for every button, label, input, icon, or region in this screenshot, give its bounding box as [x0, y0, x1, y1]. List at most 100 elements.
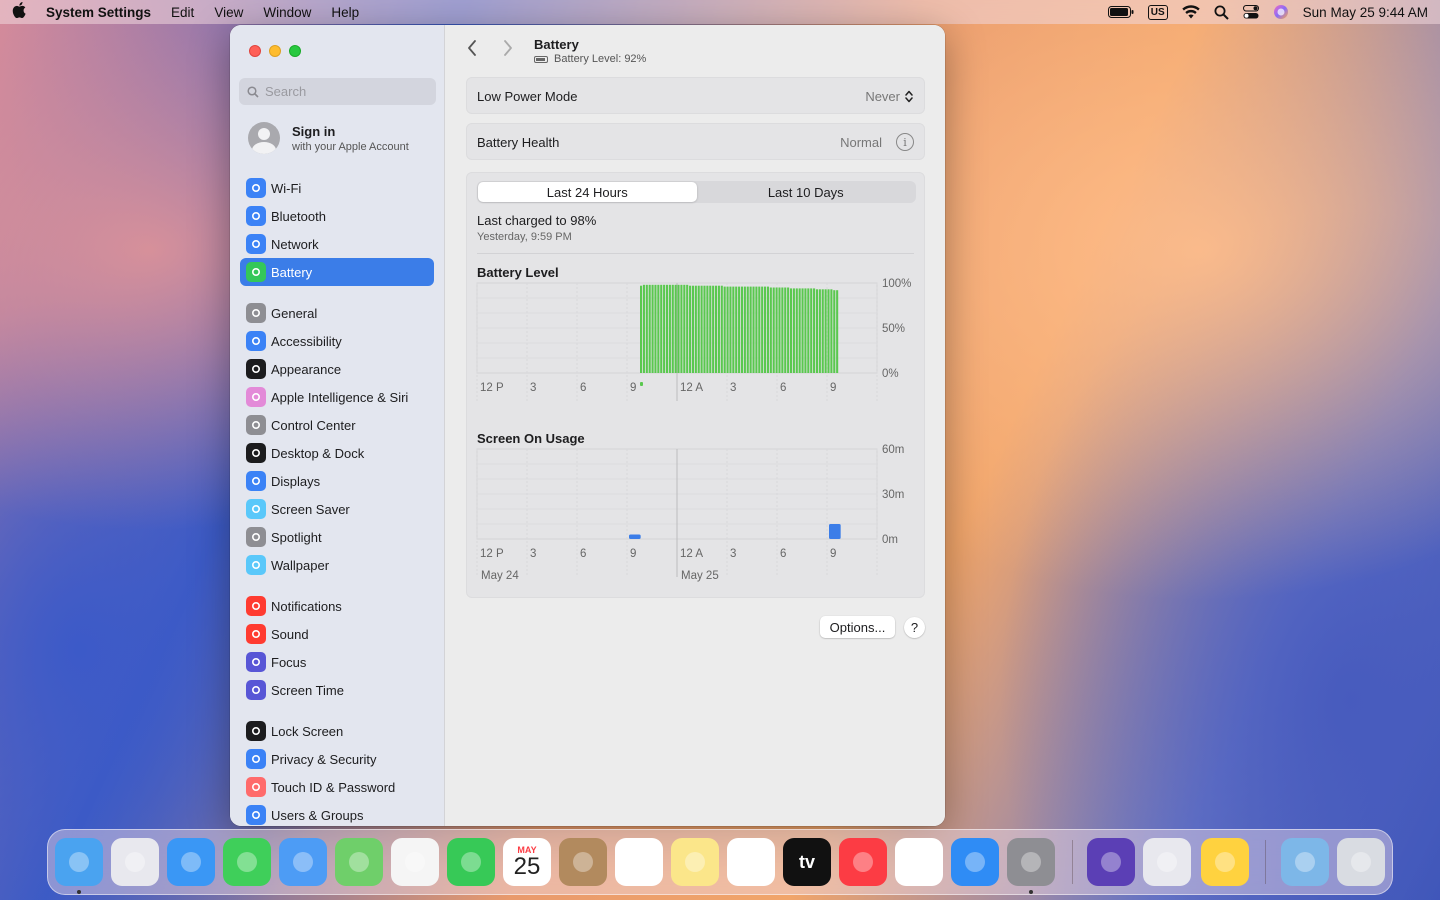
sidebar-item-label: Displays [271, 473, 321, 489]
gear-icon [246, 303, 266, 323]
notes-icon[interactable] [671, 838, 719, 886]
sidebar-item-label: Privacy & Security [271, 751, 377, 767]
info-icon[interactable]: i [896, 133, 914, 151]
toolbar: Battery Battery Level: 92% [445, 25, 945, 71]
usage-card: Last 24 Hours Last 10 Days Last charged … [466, 172, 925, 598]
menu-edit[interactable]: Edit [171, 5, 194, 20]
low-power-mode-popup[interactable]: Never [865, 89, 914, 104]
apple-account-signin[interactable]: Sign in with your Apple Account [248, 122, 409, 154]
sidebar-item-network[interactable]: Network [240, 230, 434, 258]
battery-level-bar [697, 285, 700, 373]
sidebar-item-lock-screen[interactable]: Lock Screen [240, 717, 434, 745]
sidebar-item-accessibility[interactable]: Accessibility [240, 327, 434, 355]
launchpad-icon[interactable] [111, 838, 159, 886]
battery-level-bar [830, 289, 833, 373]
zoom-button[interactable] [289, 45, 301, 57]
x-tick-label: 9 [630, 382, 636, 394]
tab-last-24-hours[interactable]: Last 24 Hours [478, 182, 697, 202]
sidebar-item-control-center[interactable]: Control Center [240, 411, 434, 439]
menu-view[interactable]: View [214, 5, 243, 20]
sidebar-item-bluetooth[interactable]: Bluetooth [240, 202, 434, 230]
app-store-icon[interactable] [951, 838, 999, 886]
finder-icon[interactable] [55, 838, 103, 886]
battery-level-bar [738, 286, 741, 373]
menu-window[interactable]: Window [263, 5, 311, 20]
tv-icon[interactable]: tv [783, 838, 831, 886]
sidebar-item-touch-id-password[interactable]: Touch ID & Password [240, 773, 434, 801]
minimize-button[interactable] [269, 45, 281, 57]
maps-icon[interactable] [335, 838, 383, 886]
sidebar-item-spotlight[interactable]: Spotlight [240, 523, 434, 551]
app-menu[interactable]: System Settings [46, 5, 151, 20]
sidebar-item-screen-saver[interactable]: Screen Saver [240, 495, 434, 523]
search-input[interactable]: Search [239, 78, 436, 105]
freeform-icon[interactable] [727, 838, 775, 886]
battery-level-bar [764, 286, 767, 373]
hourglass-icon [246, 680, 266, 700]
photos-icon[interactable] [391, 838, 439, 886]
battery-level-bar [706, 285, 709, 373]
sidebar-item-battery[interactable]: Battery [240, 258, 434, 286]
x-tick-label: 9 [830, 382, 836, 394]
sidebar-item-wi-fi[interactable]: Wi-Fi [240, 174, 434, 202]
tab-last-10-days[interactable]: Last 10 Days [697, 182, 916, 202]
battery-level-bar [691, 285, 694, 373]
iphone-icon[interactable] [1143, 838, 1191, 886]
reminders-icon[interactable] [615, 838, 663, 886]
battery-icon [246, 262, 266, 282]
siri-icon[interactable] [1273, 3, 1289, 21]
battery-level-bar [700, 285, 703, 373]
system-settings-icon[interactable] [1007, 838, 1055, 886]
avatar [248, 122, 280, 154]
sidebar-item-wallpaper[interactable]: Wallpaper [240, 551, 434, 579]
safari-icon[interactable] [167, 838, 215, 886]
battery-level-bar [654, 284, 657, 373]
battery-level-bar [694, 285, 697, 373]
menu-bar: System Settings Edit View Window Help US… [0, 0, 1440, 24]
purple-app-icon[interactable] [1087, 838, 1135, 886]
trash-icon[interactable] [1337, 838, 1385, 886]
sidebar-item-general[interactable]: General [240, 299, 434, 327]
forward-chevron-icon[interactable] [503, 40, 513, 61]
sidebar-nav: Wi-Fi Bluetooth Network Battery General Acces… [240, 174, 434, 826]
facetime-icon[interactable] [447, 838, 495, 886]
back-chevron-icon[interactable] [467, 40, 477, 61]
divider [477, 253, 914, 254]
mail-icon[interactable] [279, 838, 327, 886]
news-icon[interactable] [895, 838, 943, 886]
sidebar-item-privacy-security[interactable]: Privacy & Security [240, 745, 434, 773]
calendar-icon[interactable]: MAY 25 [503, 838, 551, 886]
apple-menu-icon[interactable] [12, 1, 32, 23]
messages-icon[interactable] [223, 838, 271, 886]
sidebar-item-sound[interactable]: Sound [240, 620, 434, 648]
music-icon[interactable] [839, 838, 887, 886]
lightbulb-icon[interactable] [1201, 838, 1249, 886]
sidebar-item-notifications[interactable]: Notifications [240, 592, 434, 620]
battery-level-bar [717, 285, 720, 373]
battery-level-bar [642, 284, 645, 373]
sidebar-item-users-groups[interactable]: Users & Groups [240, 801, 434, 826]
input-source-icon[interactable]: US [1147, 3, 1168, 21]
help-button[interactable]: ? [904, 617, 925, 638]
battery-status-icon[interactable] [1107, 3, 1134, 21]
page-title: Battery [534, 37, 579, 52]
battery-level-bar [732, 286, 735, 373]
last-charged-time: Yesterday, 9:59 PM [477, 231, 572, 243]
menu-help[interactable]: Help [331, 5, 359, 20]
options-button[interactable]: Options... [820, 616, 895, 638]
close-button[interactable] [249, 45, 261, 57]
battery-level-bar [665, 284, 669, 373]
sidebar-item-apple-intelligence-siri[interactable]: Apple Intelligence & Siri [240, 383, 434, 411]
sidebar-item-focus[interactable]: Focus [240, 648, 434, 676]
sidebar-item-screen-time[interactable]: Screen Time [240, 676, 434, 704]
contacts-icon[interactable] [559, 838, 607, 886]
window-controls [249, 45, 301, 57]
menubar-clock[interactable]: Sun May 25 9:44 AM [1303, 5, 1428, 20]
spotlight-search-icon[interactable] [1214, 3, 1229, 21]
control-center-icon[interactable] [1242, 3, 1259, 21]
wifi-status-icon[interactable] [1181, 3, 1200, 21]
sidebar-item-desktop-dock[interactable]: Desktop & Dock [240, 439, 434, 467]
sidebar-item-displays[interactable]: Displays [240, 467, 434, 495]
sidebar-item-appearance[interactable]: Appearance [240, 355, 434, 383]
downloads-folder-icon[interactable] [1281, 838, 1329, 886]
